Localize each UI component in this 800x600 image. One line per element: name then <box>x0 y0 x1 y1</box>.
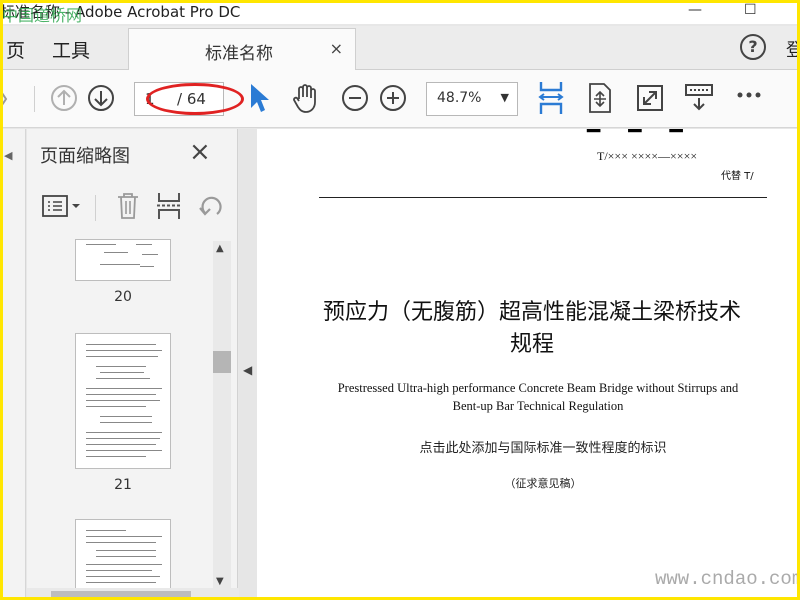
panel-collapse-handle[interactable]: ◀ <box>239 129 257 600</box>
tab-bar: 页 工具 标准名称 × ? 登 <box>0 26 800 70</box>
fit-page-icon[interactable] <box>586 82 614 114</box>
header-rule <box>319 197 767 198</box>
page-number-field[interactable]: 1 / 64 <box>134 82 224 116</box>
cut-heading-glyphs: ━━━ <box>587 129 711 144</box>
total-pages: / 64 <box>177 90 206 108</box>
consistency-field[interactable]: 点击此处添加与国际标准一致性程度的标识 <box>303 437 783 456</box>
thumbnail-page-20[interactable] <box>75 239 171 281</box>
zoom-value: 48.7% <box>437 90 482 106</box>
replaces-note: 代替 T/ <box>721 171 754 182</box>
extract-page-icon[interactable] <box>155 191 183 221</box>
read-mode-icon[interactable] <box>684 82 714 112</box>
site-watermark-bottom: www.cndao.com <box>655 568 800 590</box>
panel-toolbar <box>27 185 238 227</box>
delete-page-icon[interactable] <box>115 191 141 221</box>
hand-tool-icon[interactable] <box>290 82 322 114</box>
close-icon[interactable]: × <box>189 137 211 167</box>
panel-title: 页面缩略图 <box>40 146 130 167</box>
standard-code: T/××× ××××—×××× <box>597 149 698 163</box>
help-icon[interactable]: ? <box>740 34 766 60</box>
document-page: ━━━ T/××× ××××—×××× 代替 T/ 预应力（无腹筋）超高性能混凝… <box>257 129 800 600</box>
english-title: Prestressed Ultra-high performance Concr… <box>303 379 773 415</box>
navigation-strip: ◀ <box>0 129 26 600</box>
english-title-line-1: Prestressed Ultra-high performance Concr… <box>337 381 739 395</box>
title-line-1: 预应力（无腹筋）超高性能混凝土梁桥技术 <box>322 300 741 325</box>
page-thumbnails-panel: 页面缩略图 × 20 21 ▲ ▼ <box>27 129 238 600</box>
nav-tools[interactable]: 工具 <box>52 36 90 63</box>
draft-note: （征求意见稿） <box>504 477 582 490</box>
select-cursor-icon[interactable] <box>248 82 270 114</box>
tab-close-icon[interactable]: × <box>330 39 343 58</box>
thumbnail-page-21[interactable] <box>75 333 171 469</box>
main-toolbar: 1 / 64 48.7% ▼ <box>0 70 800 128</box>
next-page-icon[interactable] <box>87 84 115 112</box>
chevron-down-icon: ▼ <box>500 91 509 104</box>
thumbnail-scrollbar[interactable]: ▲ ▼ <box>213 241 231 589</box>
panel-divider <box>95 195 96 221</box>
scroll-up-icon[interactable]: ▲ <box>216 243 224 254</box>
collapse-arrow-icon: ◀ <box>243 363 253 377</box>
zoom-in-icon[interactable] <box>379 84 407 112</box>
fit-width-icon[interactable] <box>536 80 566 116</box>
nav-home[interactable]: 页 <box>6 36 25 63</box>
sign-in-link[interactable]: 登 <box>786 36 800 62</box>
maximize-button[interactable]: ☐ <box>744 2 757 18</box>
full-screen-icon[interactable] <box>636 84 664 112</box>
toolbar-divider <box>34 86 35 112</box>
rotate-page-icon[interactable] <box>197 193 225 219</box>
horizontal-scrollbar-thumb[interactable] <box>51 591 191 598</box>
panel-horizontal-scrollbar[interactable] <box>27 588 257 600</box>
thumbnail-page-number: 21 <box>114 477 132 493</box>
tab-label: 标准名称 <box>205 44 273 64</box>
zoom-select[interactable]: 48.7% ▼ <box>426 82 518 116</box>
thumbnail-page-number: 20 <box>114 289 132 305</box>
more-options-icon[interactable] <box>736 90 762 100</box>
scroll-down-icon[interactable]: ▼ <box>216 576 224 587</box>
scrollbar-thumb[interactable] <box>213 351 231 373</box>
document-tab[interactable]: 标准名称 × <box>128 28 356 70</box>
zoom-out-icon[interactable] <box>341 84 369 112</box>
document-title: 预应力（无腹筋）超高性能混凝土梁桥技术 规程 <box>297 297 767 361</box>
thumbnail-options-icon[interactable] <box>41 193 83 219</box>
title-bar: 标准名称 - Adobe Acrobat Pro DC 中国道桥网 — ☐ <box>0 0 800 25</box>
left-cut-icon <box>0 88 10 110</box>
expand-caret-icon[interactable]: ◀ <box>4 149 12 162</box>
english-title-line-2: Bent-up Bar Technical Regulation <box>452 399 624 413</box>
site-watermark-top: 中国道桥网 <box>2 6 83 25</box>
current-page[interactable]: 1 <box>145 90 155 108</box>
minimize-button[interactable]: — <box>688 2 702 18</box>
title-line-2: 规程 <box>509 332 554 357</box>
previous-page-icon[interactable] <box>50 84 78 112</box>
thumbnail-list: 20 21 <box>27 239 213 600</box>
document-view[interactable]: ━━━ T/××× ××××—×××× 代替 T/ 预应力（无腹筋）超高性能混凝… <box>257 129 800 600</box>
